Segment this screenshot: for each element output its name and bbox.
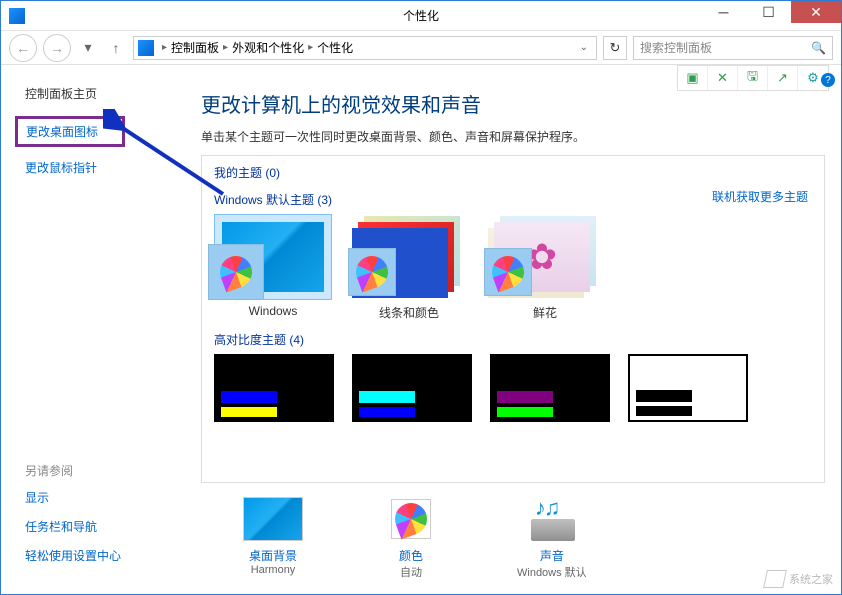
theme-thumb-lines (350, 214, 468, 300)
theme-hc-black[interactable] (490, 354, 610, 422)
sidebar-link-change-desktop-icons[interactable]: 更改桌面图标 (15, 116, 125, 147)
theme-thumb-flowers (486, 214, 604, 300)
search-placeholder: 搜索控制面板 (640, 39, 712, 56)
refresh-button[interactable]: ↻ (603, 36, 627, 60)
back-button[interactable]: ← (9, 34, 37, 62)
color-fan-icon (484, 248, 532, 296)
quick-actions: ▣ ✕ 🖫 ↗ ⚙ (677, 65, 829, 91)
theme-label: 线条和颜色 (379, 304, 439, 321)
sidebar: 控制面板主页 更改桌面图标 更改鼠标指针 另请参阅 显示 任务栏和导航 轻松使用… (1, 65, 201, 594)
online-themes-link[interactable]: 联机获取更多主题 (712, 188, 808, 205)
help-icon[interactable]: ? (821, 73, 835, 87)
sound-icon: ♪♫ (520, 495, 584, 543)
default-themes-row: Windows 线条和颜色 鲜花 (214, 214, 812, 321)
chevron-right-icon: ▸ (162, 42, 167, 53)
setting-sound[interactable]: ♪♫ 声音 Windows 默认 (517, 495, 587, 580)
see-also: 另请参阅 显示 任务栏和导航 轻松使用设置中心 (25, 462, 121, 576)
see-also-heading: 另请参阅 (25, 462, 121, 479)
breadcrumb-item[interactable]: 控制面板 (171, 39, 219, 56)
close-button[interactable]: ✕ (791, 1, 841, 23)
bottom-settings: 桌面背景 Harmony 颜色 自动 ♪♫ 声音 Windows 默认 (201, 495, 825, 580)
breadcrumb-dropdown-icon[interactable]: ⌄ (576, 42, 592, 53)
breadcrumb-item[interactable]: 个性化 (317, 39, 353, 56)
toolbar: ← → ▾ ↑ ▸ 控制面板 ▸ 外观和个性化 ▸ 个性化 ⌄ ↻ 搜索控制面板… (1, 31, 841, 65)
background-icon (241, 495, 305, 543)
theme-label: Windows (249, 304, 298, 318)
section-my-themes: 我的主题 (0) (214, 164, 812, 181)
breadcrumb[interactable]: ▸ 控制面板 ▸ 外观和个性化 ▸ 个性化 ⌄ (133, 36, 597, 60)
setting-color[interactable]: 颜色 自动 (379, 495, 443, 580)
section-high-contrast: 高对比度主题 (4) (214, 331, 812, 348)
forward-button[interactable]: → (43, 34, 71, 62)
titlebar: 个性化 ─ ☐ ✕ (1, 1, 841, 31)
qa-share-icon[interactable]: ↗ (768, 66, 798, 90)
qa-save-icon[interactable]: 🖫 (738, 66, 768, 90)
chevron-right-icon: ▸ (308, 42, 313, 53)
setting-desktop-background[interactable]: 桌面背景 Harmony (241, 495, 305, 580)
breadcrumb-icon (138, 40, 154, 56)
setting-value: 自动 (400, 564, 422, 580)
qa-cancel-icon[interactable]: ✕ (708, 66, 738, 90)
minimize-button[interactable]: ─ (701, 1, 746, 23)
sidebar-link-change-mouse-pointers[interactable]: 更改鼠标指针 (25, 159, 201, 176)
theme-windows[interactable]: Windows (214, 214, 332, 321)
sidebar-link-ease-of-access[interactable]: 轻松使用设置中心 (25, 547, 121, 564)
theme-thumb-windows (214, 214, 332, 300)
setting-label: 桌面背景 (249, 547, 297, 564)
search-input[interactable]: 搜索控制面板 🔍 (633, 36, 833, 60)
window-title: 个性化 (403, 7, 439, 24)
theme-hc-2[interactable] (352, 354, 472, 422)
app-icon (9, 8, 25, 24)
color-fan-icon (348, 248, 396, 296)
setting-value: Harmony (251, 564, 296, 576)
theme-lines-colors[interactable]: 线条和颜色 (350, 214, 468, 321)
setting-label: 颜色 (399, 547, 423, 564)
up-button[interactable]: ▾ (77, 37, 99, 59)
sidebar-heading: 控制面板主页 (25, 85, 201, 102)
content-area: 控制面板主页 更改桌面图标 更改鼠标指针 另请参阅 显示 任务栏和导航 轻松使用… (1, 65, 841, 594)
sidebar-link-display[interactable]: 显示 (25, 489, 121, 506)
setting-label: 声音 (540, 547, 564, 564)
breadcrumb-item[interactable]: 外观和个性化 (232, 39, 304, 56)
color-icon (379, 495, 443, 543)
window-controls: ─ ☐ ✕ (701, 1, 841, 23)
theme-hc-1[interactable] (214, 354, 334, 422)
setting-value: Windows 默认 (517, 564, 587, 580)
sidebar-link-taskbar-nav[interactable]: 任务栏和导航 (25, 518, 121, 535)
main-description: 单击某个主题可一次性同时更改桌面背景、颜色、声音和屏幕保护程序。 (201, 128, 825, 145)
search-icon: 🔍 (811, 41, 826, 55)
theme-flowers[interactable]: 鲜花 (486, 214, 604, 321)
qa-new-icon[interactable]: ▣ (678, 66, 708, 90)
theme-container: 我的主题 (0) 联机获取更多主题 Windows 默认主题 (3) Windo… (201, 155, 825, 483)
theme-label: 鲜花 (533, 304, 557, 321)
color-fan-icon (208, 244, 264, 300)
main-heading: 更改计算机上的视觉效果和声音 (201, 89, 825, 118)
up-level-button[interactable]: ↑ (105, 37, 127, 59)
main-panel: 更改计算机上的视觉效果和声音 单击某个主题可一次性同时更改桌面背景、颜色、声音和… (201, 65, 841, 594)
chevron-right-icon: ▸ (223, 42, 228, 53)
theme-hc-white[interactable] (628, 354, 748, 422)
maximize-button[interactable]: ☐ (746, 1, 791, 23)
high-contrast-row (214, 354, 812, 422)
